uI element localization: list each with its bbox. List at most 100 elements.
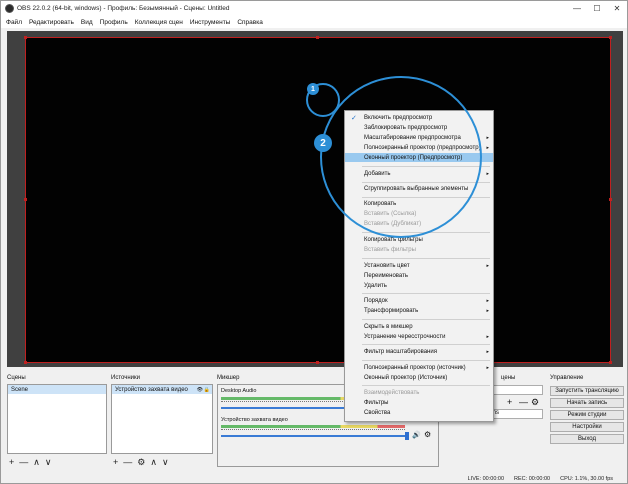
menu-view[interactable]: Вид xyxy=(81,19,93,26)
resize-handle[interactable] xyxy=(24,361,27,364)
resize-handle[interactable] xyxy=(609,198,612,201)
menu-item-label: Фильтры xyxy=(364,399,389,406)
submenu-arrow-icon: ▸ xyxy=(486,262,489,269)
resize-handle[interactable] xyxy=(609,361,612,364)
sources-list[interactable]: Устройство захвата видео 👁 🔒 xyxy=(111,384,213,454)
sources-dock-title: Источники xyxy=(111,375,140,381)
resize-handle[interactable] xyxy=(24,36,27,39)
volume-knob[interactable] xyxy=(405,432,409,440)
status-bar: LIVE: 00:00:00 REC: 00:00:00 CPU: 1.1%, … xyxy=(1,473,627,484)
add-icon[interactable]: + xyxy=(113,457,118,468)
move-down-icon[interactable]: ∨ xyxy=(45,457,52,468)
menu-file[interactable]: Файл xyxy=(6,19,22,26)
menu-item-windowed-projector-source[interactable]: Оконный проектор (Источник) xyxy=(345,373,493,382)
add-icon[interactable]: + xyxy=(507,397,512,407)
submenu-arrow-icon: ▸ xyxy=(486,144,489,151)
resize-handle[interactable] xyxy=(316,36,319,39)
remove-icon[interactable]: — xyxy=(519,397,528,407)
menu-item-copy-filters[interactable]: Копировать фильтры xyxy=(345,235,493,244)
scenes-list[interactable]: Scene xyxy=(7,384,107,454)
menu-separator xyxy=(362,344,490,345)
scenes-dock-title: Сцены xyxy=(7,375,26,381)
menu-item-label: Скрыть в микшер xyxy=(364,323,413,330)
menu-separator xyxy=(362,360,490,361)
move-up-icon[interactable]: ∧ xyxy=(150,457,157,468)
menu-item-transform[interactable]: Трансформировать ▸ xyxy=(345,306,493,315)
callout-badge-1: 1 xyxy=(307,83,319,95)
gear-icon[interactable]: ⚙ xyxy=(531,397,539,408)
gear-icon[interactable]: ⚙ xyxy=(424,430,431,439)
menu-bar: Файл Редактировать Вид Профиль Коллекция… xyxy=(1,16,627,28)
preview-area[interactable] xyxy=(7,31,623,367)
obs-logo-icon xyxy=(5,4,14,13)
transitions-panel: + — ⚙ ms xyxy=(487,375,543,467)
menu-separator xyxy=(362,319,490,320)
menu-item-filters[interactable]: Фильтры xyxy=(345,398,493,407)
studio-mode-button[interactable]: Режим студии xyxy=(550,410,624,420)
menu-item-label: Порядок xyxy=(364,297,388,304)
scene-item[interactable]: Scene xyxy=(8,385,106,394)
menu-item-label: Оконный проектор (Источник) xyxy=(364,374,448,381)
resize-handle[interactable] xyxy=(609,36,612,39)
menu-help[interactable]: Справка xyxy=(237,19,263,26)
maximize-button[interactable]: ☐ xyxy=(587,1,607,16)
remove-icon[interactable]: — xyxy=(19,457,28,468)
menu-item-deinterlacing[interactable]: Устранение чересстрочности ▸ xyxy=(345,332,493,341)
start-recording-button[interactable]: Начать запись xyxy=(550,398,624,408)
submenu-arrow-icon: ▸ xyxy=(486,297,489,304)
menu-item-remove[interactable]: Удалить xyxy=(345,281,493,290)
menu-item-hide-in-mixer[interactable]: Скрыть в микшер xyxy=(345,322,493,331)
transition-select[interactable] xyxy=(487,385,543,395)
resize-handle[interactable] xyxy=(24,198,27,201)
source-item-label: Устройство захвата видео xyxy=(115,386,188,393)
add-icon[interactable]: + xyxy=(9,457,14,468)
menu-item-label: Переименовать xyxy=(364,272,408,279)
callout-circle-2 xyxy=(320,76,482,238)
submenu-arrow-icon: ▸ xyxy=(486,170,489,177)
move-up-icon[interactable]: ∧ xyxy=(33,457,40,468)
menu-scene-collection[interactable]: Коллекция сцен xyxy=(135,19,183,26)
move-down-icon[interactable]: ∨ xyxy=(162,457,169,468)
minimize-button[interactable]: — xyxy=(567,1,587,16)
window-title: OBS 22.0.2 (64-bit, windows) - Профиль: … xyxy=(17,5,230,12)
remove-icon[interactable]: — xyxy=(123,457,132,468)
submenu-arrow-icon: ▸ xyxy=(486,333,489,340)
menu-item-properties[interactable]: Свойства xyxy=(345,408,493,417)
exit-button[interactable]: Выход xyxy=(550,434,624,444)
menu-profile[interactable]: Профиль xyxy=(100,19,128,26)
eye-icon[interactable]: 👁 xyxy=(197,387,203,393)
settings-button[interactable]: Настройки xyxy=(550,422,624,432)
rec-status: REC: 00:00:00 xyxy=(514,475,551,482)
gear-icon[interactable]: ⚙ xyxy=(137,457,145,468)
menu-item-fullscreen-projector-source[interactable]: Полноэкранный проектор (источник) ▸ xyxy=(345,363,493,372)
menu-item-set-color[interactable]: Установить цвет ▸ xyxy=(345,261,493,270)
cpu-status: CPU: 1.1%, 30.00 fps xyxy=(560,475,613,482)
menu-edit[interactable]: Редактировать xyxy=(29,19,74,26)
menu-tools[interactable]: Инструменты xyxy=(190,19,231,26)
obs-window: OBS 22.0.2 (64-bit, windows) - Профиль: … xyxy=(0,0,628,484)
mixer-track-name: Desktop Audio xyxy=(221,388,257,394)
menu-item-scale-filter[interactable]: Фильтр масштабирования ▸ xyxy=(345,347,493,356)
menu-item-order[interactable]: Порядок ▸ xyxy=(345,296,493,305)
menu-separator xyxy=(362,293,490,294)
resize-handle[interactable] xyxy=(316,361,319,364)
sources-toolbar: + — ⚙ ∧ ∨ xyxy=(113,457,169,468)
lock-icon[interactable]: 🔒 xyxy=(204,387,210,393)
volume-meter xyxy=(221,425,405,428)
menu-item-rename[interactable]: Переименовать xyxy=(345,271,493,280)
menu-separator xyxy=(362,385,490,386)
menu-item-paste-filters: Вставить фильтры xyxy=(345,245,493,254)
submenu-arrow-icon: ▸ xyxy=(486,307,489,314)
duration-field[interactable]: ms xyxy=(487,409,543,419)
menu-item-label: Установить цвет xyxy=(364,262,410,269)
menu-item-label: Устранение чересстрочности xyxy=(364,333,446,340)
close-button[interactable]: ✕ xyxy=(607,1,627,16)
menu-item-label: Трансформировать xyxy=(364,307,419,314)
speaker-icon[interactable]: 🔊 xyxy=(412,431,421,439)
menu-item-label: Полноэкранный проектор (источник) xyxy=(364,364,466,371)
title-bar: OBS 22.0.2 (64-bit, windows) - Профиль: … xyxy=(1,1,627,16)
source-item[interactable]: Устройство захвата видео 👁 🔒 xyxy=(112,385,212,394)
meter-scale xyxy=(221,429,405,433)
volume-slider[interactable] xyxy=(221,435,405,437)
start-streaming-button[interactable]: Запустить трансляцию xyxy=(550,386,624,396)
